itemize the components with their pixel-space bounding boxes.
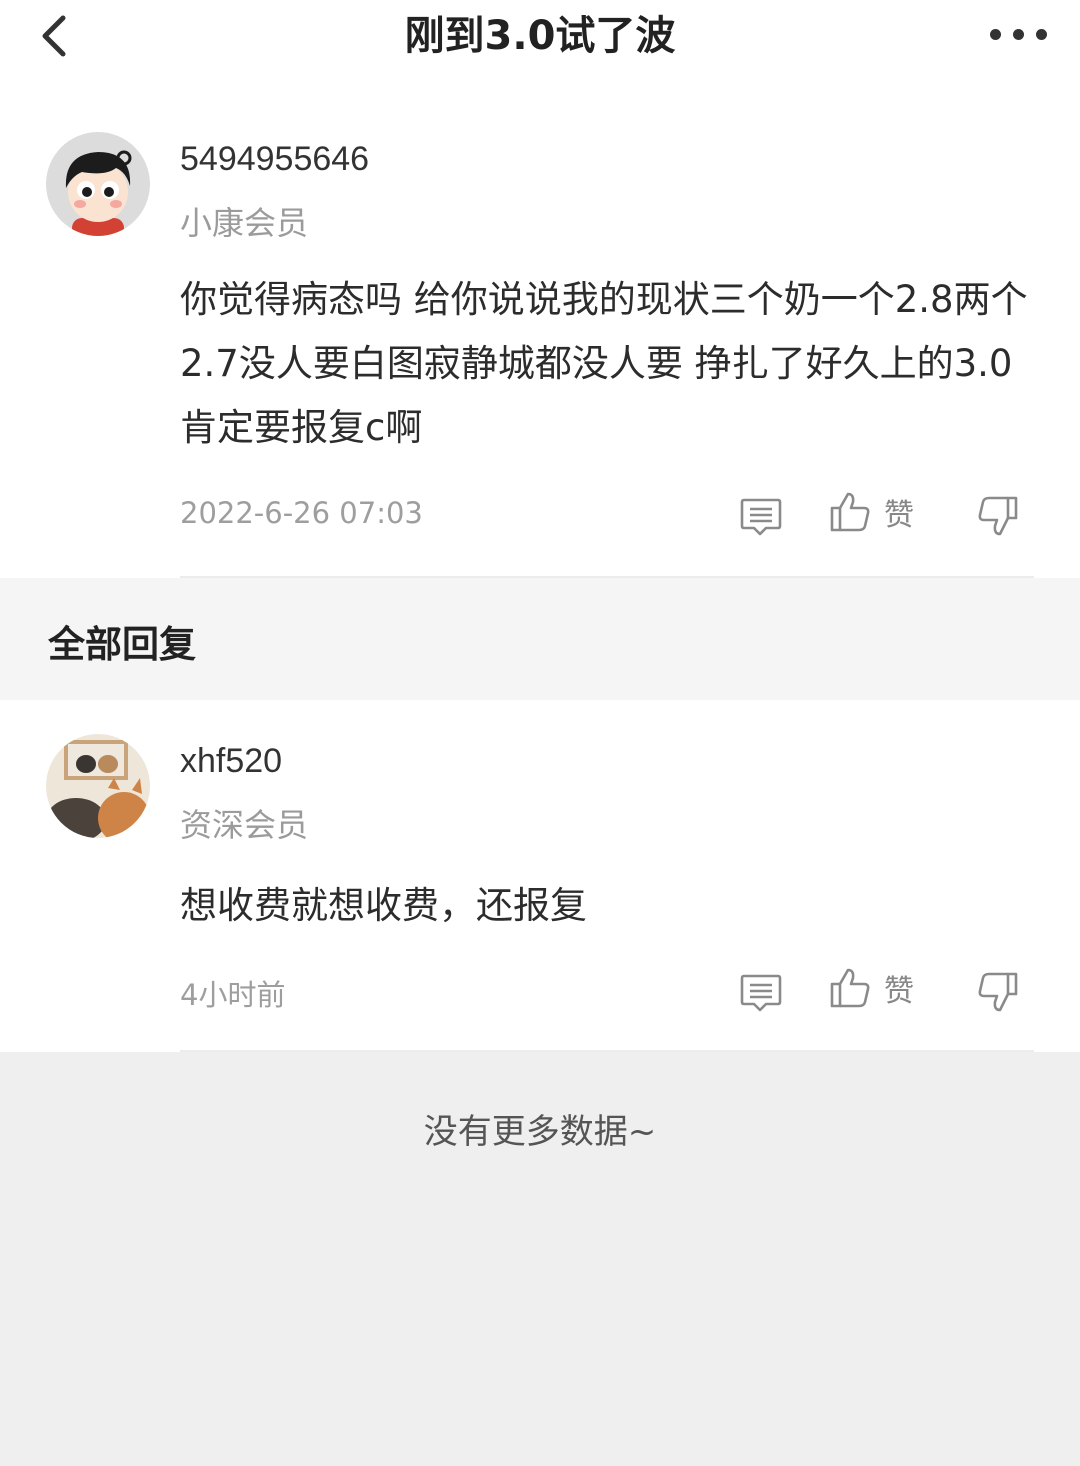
dislike-button[interactable] xyxy=(976,494,1020,538)
thumbs-up-icon xyxy=(830,968,870,1008)
post-content: 你觉得病态吗 给你说说我的现状三个奶一个2.8两个2.7没人要白图寂静城都没人要… xyxy=(180,278,1028,449)
dot-icon xyxy=(1035,28,1047,40)
replies-section-header: 全部回复 xyxy=(0,578,1080,700)
like-label: 赞 xyxy=(884,974,914,1009)
chevron-left-icon xyxy=(42,15,66,57)
reply-content: 想收费就想收费，还报复 xyxy=(180,884,587,927)
dislike-button[interactable] xyxy=(976,970,1020,1014)
avatar[interactable] xyxy=(46,132,150,236)
cats-photo-avatar-icon xyxy=(46,734,150,838)
dot-icon xyxy=(989,28,1001,40)
post-username[interactable]: 5494955646 xyxy=(180,140,369,179)
like-button[interactable]: 赞 xyxy=(828,490,914,534)
like-label: 赞 xyxy=(884,498,914,533)
no-more-data-text: 没有更多数据~ xyxy=(423,1112,657,1152)
original-post: 5494955646 小康会员 你觉得病态吗 给你说说我的现状三个奶一个2.8两… xyxy=(0,76,1080,578)
thumbs-down-icon xyxy=(978,972,1018,1012)
top-nav-bar: 刚到3.0试了波 xyxy=(0,0,1080,76)
back-button[interactable] xyxy=(28,10,80,62)
thumbs-down-icon xyxy=(978,496,1018,536)
dot-icon xyxy=(1012,28,1024,40)
member-level: 小康会员 xyxy=(180,204,309,242)
comment-button[interactable] xyxy=(738,970,784,1014)
thumbs-up-icon xyxy=(830,492,870,532)
comment-icon xyxy=(740,498,782,536)
avatar[interactable] xyxy=(46,734,150,838)
post-timestamp: 2022-6-26 07:03 xyxy=(180,496,423,530)
reply-timestamp: 4小时前 xyxy=(180,978,286,1012)
page-title: 刚到3.0试了波 xyxy=(404,13,676,59)
like-button[interactable]: 赞 xyxy=(828,966,914,1010)
member-level: 资深会员 xyxy=(180,806,309,844)
more-options-button[interactable] xyxy=(976,14,1060,54)
comment-button[interactable] xyxy=(738,494,784,538)
divider xyxy=(180,1050,1034,1052)
reply-username[interactable]: xhf520 xyxy=(180,742,282,781)
section-title: 全部回复 xyxy=(48,623,196,666)
comment-icon xyxy=(740,974,782,1012)
reply-item: xhf520 资深会员 想收费就想收费，还报复 4小时前 赞 xyxy=(0,700,1080,1052)
cartoon-boy-avatar-icon xyxy=(46,132,150,236)
